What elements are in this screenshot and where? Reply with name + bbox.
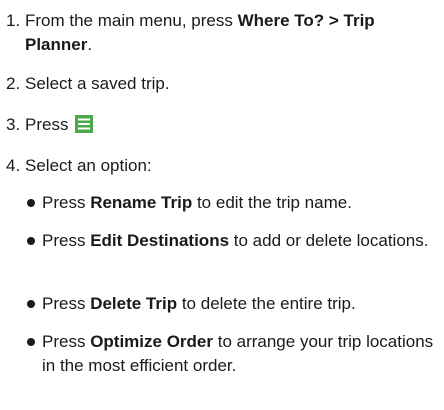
bullet-icon [27, 199, 35, 207]
option-text: Press [42, 231, 91, 250]
option-bold-text: Delete Trip [90, 294, 178, 313]
option-text-end: to add or delete locations. [229, 231, 429, 250]
menu-icon [75, 115, 94, 133]
step-1: 1. From the main menu, press Where To? >… [0, 9, 444, 72]
bullet-icon [27, 237, 35, 245]
step-4: 4. Select an option: [0, 154, 444, 191]
step-3: 3. Press [0, 113, 444, 154]
step-2: 2. Select a saved trip. [0, 72, 444, 113]
option-text-end: to delete the entire trip. [177, 294, 356, 313]
option-bold-text: Rename Trip [90, 193, 193, 212]
step-text: Select an option: [25, 156, 152, 175]
option-text: Press [42, 193, 91, 212]
bullet-icon [27, 338, 35, 346]
options-list: Press Rename Trip to edit the trip name.… [0, 191, 444, 378]
step-number: 1. [6, 11, 21, 30]
step-number: 3. [6, 115, 21, 134]
step-text: Select a saved trip. [25, 74, 170, 93]
option-bold-text: Edit Destinations [90, 231, 230, 250]
step-text: From the main menu, press [25, 11, 238, 30]
option-item: Press Rename Trip to edit the trip name. [0, 191, 444, 229]
step-number: 4. [6, 156, 21, 175]
option-text-end: to edit the trip name. [192, 193, 352, 212]
option-item: Press Edit Destinations to add or delete… [0, 229, 444, 292]
step-text: Press [25, 115, 69, 134]
bullet-icon [27, 300, 35, 308]
option-bold-text: Optimize Order [90, 332, 213, 351]
instruction-page: 1. From the main menu, press Where To? >… [0, 0, 444, 410]
steps-list: 1. From the main menu, press Where To? >… [0, 9, 444, 191]
option-text: Press [42, 294, 91, 313]
step-number: 2. [6, 74, 21, 93]
option-item: Press Delete Trip to delete the entire t… [0, 292, 444, 330]
step-text-end: . [87, 35, 93, 54]
option-item: Press Optimize Order to arrange your tri… [0, 330, 444, 378]
option-text: Press [42, 332, 91, 351]
